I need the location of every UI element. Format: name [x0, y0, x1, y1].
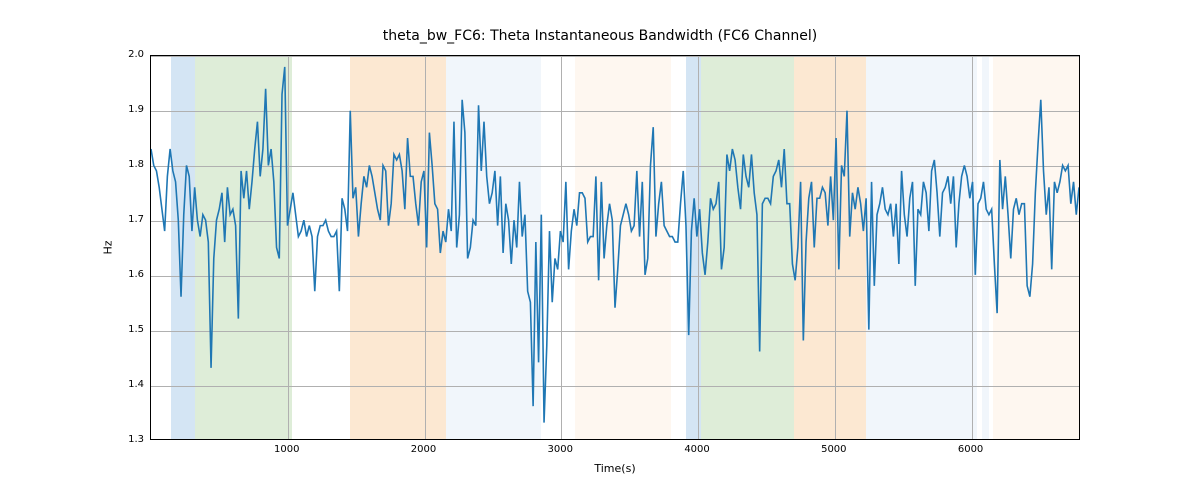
x-tick-label: 2000 — [394, 444, 454, 455]
y-tick-label: 1.7 — [104, 214, 144, 225]
y-tick-label: 1.5 — [104, 324, 144, 335]
x-axis-label: Time(s) — [150, 462, 1080, 475]
x-tick-label: 5000 — [804, 444, 864, 455]
y-tick-label: 1.3 — [104, 434, 144, 445]
y-tick-label: 1.6 — [104, 269, 144, 280]
signal-line — [151, 56, 1079, 439]
y-tick-label: 1.8 — [104, 159, 144, 170]
x-tick-label: 4000 — [667, 444, 727, 455]
y-tick-label: 1.4 — [104, 379, 144, 390]
x-tick-label: 3000 — [530, 444, 590, 455]
y-tick-label: 1.9 — [104, 104, 144, 115]
y-tick-label: 2.0 — [104, 49, 144, 60]
x-tick-label: 6000 — [941, 444, 1001, 455]
figure: theta_bw_FC6: Theta Instantaneous Bandwi… — [0, 0, 1200, 500]
chart-title: theta_bw_FC6: Theta Instantaneous Bandwi… — [0, 28, 1200, 44]
plot-area — [150, 55, 1080, 440]
x-tick-label: 1000 — [257, 444, 317, 455]
